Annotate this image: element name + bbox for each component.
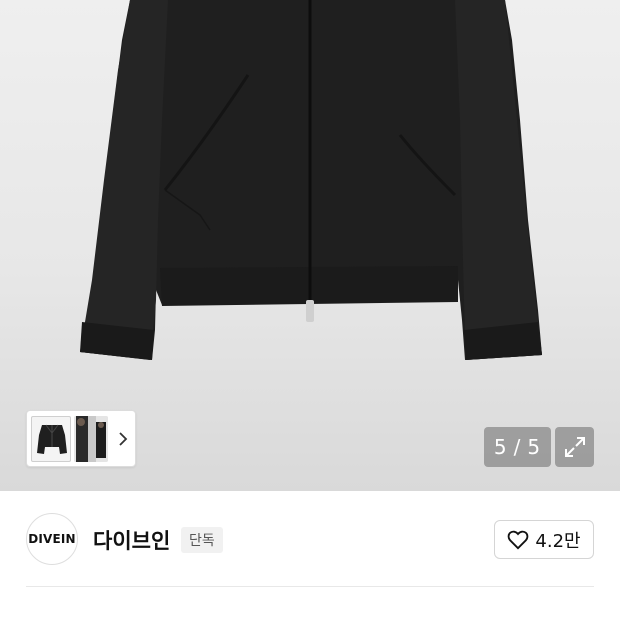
thumbnail-jacket[interactable] [31,415,71,462]
brand-logo[interactable]: DIVEIN [26,513,78,565]
brand-row: DIVEIN 다이브인 단독 4.2만 [0,491,620,587]
divider [26,586,594,587]
chevron-right-icon[interactable] [115,431,131,446]
counter-current: 5 [493,435,508,459]
product-image-gallery[interactable]: 5 / 5 [0,0,620,491]
thumbnail-model[interactable] [74,415,108,462]
like-count: 4.2만 [535,530,581,552]
like-button[interactable]: 4.2만 [494,520,594,559]
thumbnail-strip[interactable] [26,410,136,467]
heart-outline-icon [508,530,529,549]
brand-logo-text: DIVEIN [28,532,76,546]
expand-arrows-icon [564,437,585,457]
expand-button[interactable] [555,427,594,467]
image-counter: 5 / 5 [484,427,551,467]
counter-separator: / [513,435,522,459]
exclusive-badge: 단독 [181,527,223,553]
brand-name[interactable]: 다이브인 [93,525,170,555]
counter-total: 5 [527,435,542,459]
